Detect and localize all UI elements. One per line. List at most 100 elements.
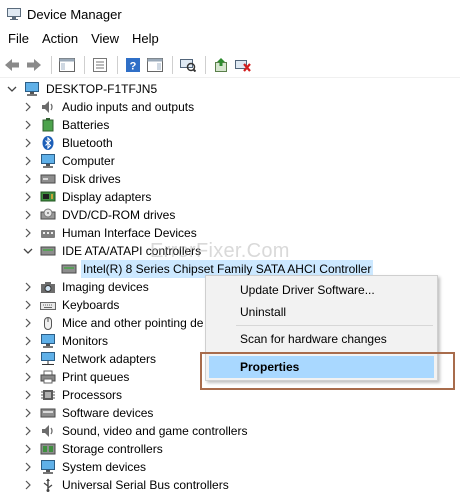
category-label: DVD/CD-ROM drives	[62, 208, 176, 222]
window-title: Device Manager	[27, 6, 122, 22]
ide-controller-icon	[61, 262, 77, 276]
forward-arrow-icon[interactable]	[24, 55, 44, 75]
menu-separator	[236, 353, 433, 354]
category-software-devices[interactable]: Software devices	[0, 404, 460, 422]
category-usb-controllers[interactable]: Universal Serial Bus controllers	[0, 476, 460, 494]
chevron-down-icon[interactable]	[22, 245, 34, 257]
menu-view[interactable]: View	[86, 28, 124, 50]
category-disk-drives[interactable]: Disk drives	[0, 170, 460, 188]
processor-icon	[40, 388, 56, 402]
back-arrow-icon[interactable]	[2, 55, 22, 75]
category-system-devices[interactable]: System devices	[0, 458, 460, 476]
ide-controller-icon	[40, 244, 56, 258]
usb-icon	[40, 478, 56, 492]
properties-icon[interactable]	[90, 55, 110, 75]
svg-text:?: ?	[130, 60, 137, 72]
chevron-right-icon[interactable]	[22, 371, 34, 383]
update-driver-software-menu-item[interactable]: Update Driver Software...	[209, 279, 434, 301]
category-label: Network adapters	[62, 352, 157, 366]
uninstall-device-icon[interactable]	[233, 55, 253, 75]
camera-icon	[40, 280, 56, 294]
category-label: Disk drives	[62, 172, 121, 186]
category-label: Universal Serial Bus controllers	[62, 478, 229, 492]
toolbar-separator	[84, 55, 85, 74]
software-device-icon	[40, 406, 56, 420]
category-label: System devices	[62, 460, 147, 474]
category-sound-video-game-controllers[interactable]: Sound, video and game controllers	[0, 422, 460, 440]
category-label: IDE ATA/ATAPI controllers	[62, 244, 202, 258]
root-label: DESKTOP-F1TFJN5	[46, 82, 158, 96]
category-audio-inputs-outputs[interactable]: Audio inputs and outputs	[0, 98, 460, 116]
update-driver-icon[interactable]	[211, 55, 231, 75]
uninstall-menu-item[interactable]: Uninstall	[209, 301, 434, 323]
bluetooth-icon	[40, 136, 56, 150]
chevron-right-icon[interactable]	[22, 227, 34, 239]
category-computer[interactable]: Computer	[0, 152, 460, 170]
category-dvd-cdrom-drives[interactable]: DVD/CD-ROM drives	[0, 206, 460, 224]
chevron-right-icon[interactable]	[22, 191, 34, 203]
toolbar: ?	[0, 52, 460, 78]
category-human-interface-devices[interactable]: Human Interface Devices	[0, 224, 460, 242]
toolbar-separator	[51, 55, 52, 74]
category-label: Storage controllers	[62, 442, 163, 456]
category-batteries[interactable]: Batteries	[0, 116, 460, 134]
chevron-right-icon[interactable]	[22, 299, 34, 311]
help-icon[interactable]: ?	[123, 55, 143, 75]
category-ide-ata-atapi-controllers[interactable]: IDE ATA/ATAPI controllers	[0, 242, 460, 260]
show-hide-console-tree-icon[interactable]	[57, 55, 77, 75]
menu-help[interactable]: Help	[127, 28, 164, 50]
toolbar-separator	[117, 55, 118, 74]
tree-root[interactable]: DESKTOP-F1TFJN5	[0, 80, 460, 98]
chevron-right-icon[interactable]	[22, 173, 34, 185]
network-adapter-icon	[40, 352, 56, 366]
chevron-right-icon[interactable]	[22, 119, 34, 131]
scan-hardware-icon[interactable]	[178, 55, 198, 75]
monitor-icon	[40, 334, 56, 348]
printer-icon	[40, 370, 56, 384]
system-device-icon	[40, 460, 56, 474]
chevron-right-icon[interactable]	[22, 479, 34, 491]
category-label: Software devices	[62, 406, 154, 420]
menu-file[interactable]: File	[3, 28, 34, 50]
chevron-right-icon[interactable]	[22, 155, 34, 167]
chevron-right-icon[interactable]	[22, 425, 34, 437]
properties-menu-item[interactable]: Properties	[209, 356, 434, 378]
hid-icon	[40, 226, 56, 240]
category-label: Batteries	[62, 118, 110, 132]
keyboard-icon	[40, 298, 56, 312]
display-adapter-icon	[40, 190, 56, 204]
chevron-right-icon[interactable]	[22, 443, 34, 455]
chevron-right-icon[interactable]	[22, 137, 34, 149]
device-manager-icon	[7, 8, 21, 20]
menu-action[interactable]: Action	[37, 28, 83, 50]
chevron-right-icon[interactable]	[22, 335, 34, 347]
computer-icon	[24, 82, 40, 96]
monitor-icon	[40, 154, 56, 168]
category-label: Computer	[62, 154, 115, 168]
category-storage-controllers[interactable]: Storage controllers	[0, 440, 460, 458]
chevron-right-icon[interactable]	[22, 407, 34, 419]
speaker-icon	[40, 424, 56, 438]
chevron-right-icon[interactable]	[22, 281, 34, 293]
battery-icon	[40, 118, 56, 132]
chevron-right-icon[interactable]	[22, 317, 34, 329]
category-display-adapters[interactable]: Display adapters	[0, 188, 460, 206]
category-label: Audio inputs and outputs	[62, 100, 195, 114]
chevron-right-icon[interactable]	[22, 461, 34, 473]
toolbar-separator	[205, 55, 206, 74]
category-label: Imaging devices	[62, 280, 149, 294]
category-processors[interactable]: Processors	[0, 386, 460, 404]
chevron-right-icon[interactable]	[22, 101, 34, 113]
menu-bar: File Action View Help	[0, 28, 460, 50]
hard-disk-icon	[40, 172, 56, 186]
action-pane-icon[interactable]	[145, 55, 165, 75]
category-label: Processors	[62, 388, 123, 402]
chevron-right-icon[interactable]	[22, 353, 34, 365]
chevron-right-icon[interactable]	[22, 389, 34, 401]
scan-for-hardware-changes-menu-item[interactable]: Scan for hardware changes	[209, 328, 434, 350]
chevron-right-icon[interactable]	[22, 209, 34, 221]
category-bluetooth[interactable]: Bluetooth	[0, 134, 460, 152]
storage-controller-icon	[40, 442, 56, 456]
category-label: Print queues	[62, 370, 130, 384]
chevron-down-icon[interactable]	[6, 83, 18, 95]
